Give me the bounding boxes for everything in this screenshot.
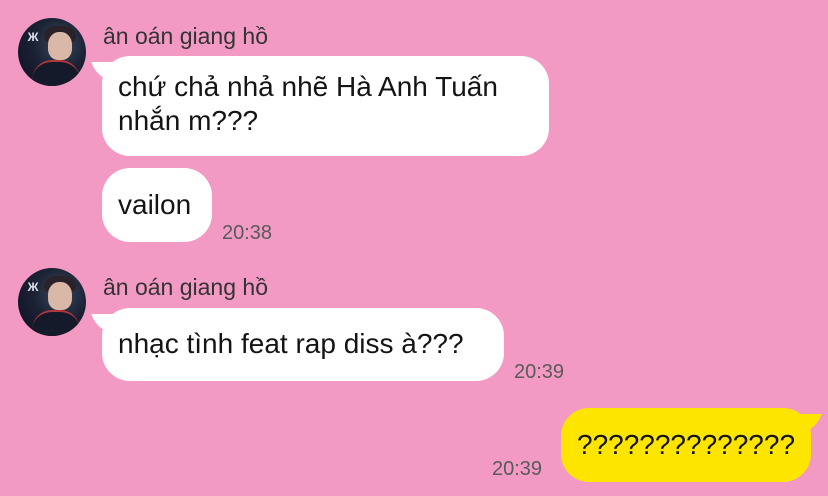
message-bubble[interactable]: vailon: [102, 168, 212, 242]
avatar-shirt: [32, 310, 80, 336]
avatar-shirt: [32, 60, 80, 86]
avatar-face: [48, 32, 72, 60]
message-text: nhạc tình feat rap diss à???: [118, 328, 464, 359]
message-timestamp: 20:39: [492, 458, 543, 480]
avatar[interactable]: Ж: [18, 268, 86, 336]
team-logo-icon: Ж: [27, 30, 39, 44]
message-line: chứ chả nhả nhẽ Hà Anh Tuấn: [118, 71, 498, 102]
message-text: ??????????????: [577, 429, 796, 460]
avatar-face: [48, 282, 72, 310]
avatar[interactable]: Ж: [18, 18, 86, 86]
message-line: nhắn m???: [118, 105, 259, 136]
team-logo-icon: Ж: [27, 280, 39, 294]
message-bubble[interactable]: chứ chả nhả nhẽ Hà Anh Tuấn nhắn m???: [102, 56, 549, 156]
message-timestamp: 20:38: [222, 222, 273, 244]
message-timestamp: 20:39: [514, 361, 565, 383]
sender-name: ân oán giang hồ: [103, 274, 268, 300]
message-bubble-outgoing[interactable]: ??????????????: [561, 408, 811, 482]
message-text: vailon: [118, 189, 192, 220]
message-bubble[interactable]: nhạc tình feat rap diss à???: [102, 308, 504, 381]
sender-name: ân oán giang hồ: [103, 23, 268, 49]
